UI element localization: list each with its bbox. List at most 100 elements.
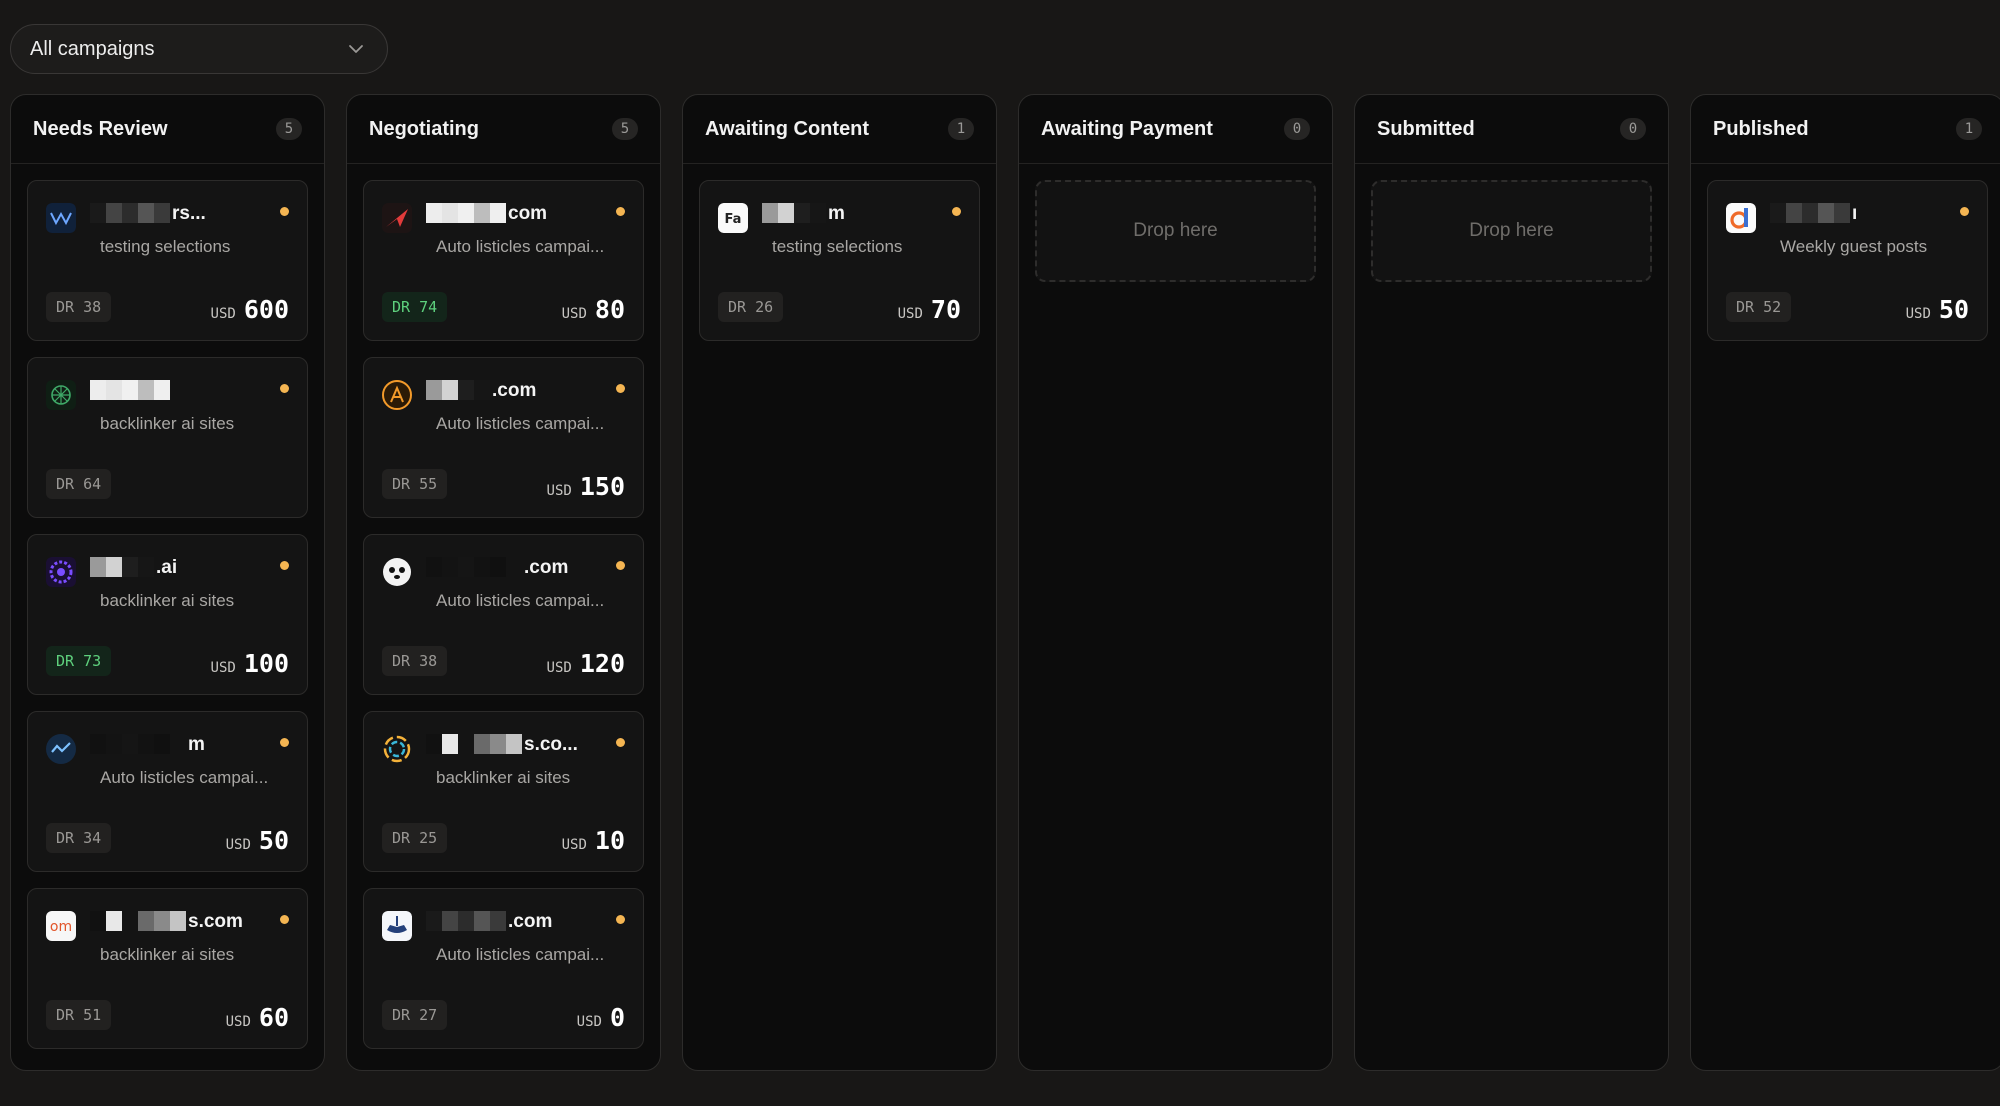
site-domain[interactable]: ı: [1770, 203, 1953, 225]
redacted-domain: [762, 203, 826, 225]
campaign-name: backlinker ai sites: [100, 591, 235, 610]
domain-rating-badge: DR 64: [46, 469, 112, 499]
status-dot: [616, 738, 625, 747]
redacted-domain: [426, 911, 506, 933]
site-domain[interactable]: .ai: [90, 557, 273, 579]
column-count-badge: 5: [276, 118, 302, 140]
status-dot: [280, 915, 289, 924]
site-domain-suffix: s.com: [188, 911, 243, 932]
site-domain-suffix: ı: [1852, 203, 1858, 224]
om-logo-icon: om: [46, 911, 76, 941]
price-currency: USD: [576, 1014, 602, 1030]
status-dot: [280, 207, 289, 216]
site-domain[interactable]: rs...: [90, 203, 273, 225]
redacted-domain: [90, 557, 154, 579]
spiral-logo-icon: [382, 734, 412, 764]
column-title: Awaiting Content: [705, 117, 870, 140]
deal-card[interactable]: s.co... backlinker ai sites DR 25 USD 10: [363, 711, 644, 872]
column-title: Awaiting Payment: [1041, 117, 1213, 140]
domain-rating-badge: DR 52: [1726, 292, 1792, 322]
status-dot: [280, 561, 289, 570]
fa-logo-icon: Fa: [718, 203, 748, 233]
redacted-domain: [426, 734, 522, 756]
status-dot: [616, 561, 625, 570]
site-domain-suffix: .ai: [156, 557, 178, 578]
gear-logo-icon: [46, 557, 76, 587]
price: USD 120: [547, 649, 625, 678]
campaign-name: backlinker ai sites: [100, 414, 235, 433]
deal-card[interactable]: com Auto listicles campai... DR 74 USD 8…: [363, 180, 644, 341]
site-domain[interactable]: .com: [426, 911, 609, 933]
price-currency: USD: [210, 660, 236, 676]
deal-card[interactable]: .com Auto listicles campai... DR 38 USD …: [363, 534, 644, 695]
column-header: Awaiting Payment 0: [1019, 95, 1332, 164]
deal-card[interactable]: m Auto listicles campai... DR 34 USD 50: [27, 711, 308, 872]
column-count-badge: 1: [1956, 118, 1982, 140]
network-logo-icon: [46, 380, 76, 410]
column-awaiting-content[interactable]: Awaiting Content 1 Fa m testing selectio…: [682, 94, 997, 1071]
domain-rating-badge: DR 55: [382, 469, 448, 499]
price: USD 0: [577, 1003, 625, 1032]
price-currency: USD: [561, 837, 587, 853]
status-dot: [280, 738, 289, 747]
column-negotiating[interactable]: Negotiating 5 com Auto listicles campai.…: [346, 94, 661, 1071]
column-awaiting-payment[interactable]: Awaiting Payment 0 Drop here: [1018, 94, 1333, 1071]
column-count-badge: 5: [612, 118, 638, 140]
campaign-name: Auto listicles campai...: [436, 414, 605, 433]
deal-card[interactable]: om s.com backlinker ai sites DR 51 USD 6…: [27, 888, 308, 1049]
column-needs-review[interactable]: Needs Review 5 rs... testing selections …: [10, 94, 325, 1071]
site-domain[interactable]: com: [426, 203, 609, 225]
deal-card[interactable]: .ai backlinker ai sites DR 73 USD 100: [27, 534, 308, 695]
price-amount: 80: [594, 295, 625, 324]
site-domain[interactable]: [90, 380, 273, 402]
site-domain[interactable]: .com: [426, 557, 609, 579]
arrow-logo-icon: [382, 203, 412, 233]
price: USD 100: [211, 649, 289, 678]
site-domain-suffix: m: [188, 734, 205, 755]
status-dot: [616, 915, 625, 924]
deal-card[interactable]: .com Auto listicles campai... DR 55 USD …: [363, 357, 644, 518]
price-amount: 120: [579, 649, 625, 678]
price-currency: USD: [561, 306, 587, 322]
deal-card[interactable]: ı Weekly guest posts DR 52 USD 50: [1707, 180, 1988, 341]
deal-card[interactable]: Fa m testing selections DR 26 USD 70: [699, 180, 980, 341]
price-currency: USD: [546, 660, 572, 676]
price-currency: USD: [546, 483, 572, 499]
domain-rating-badge: DR 27: [382, 1000, 448, 1030]
site-domain[interactable]: .com: [426, 380, 609, 402]
deal-card[interactable]: rs... testing selections DR 38 USD 600: [27, 180, 308, 341]
price-currency: USD: [897, 306, 923, 322]
campaign-name: Auto listicles campai...: [436, 237, 605, 256]
price-amount: 50: [258, 826, 289, 855]
deal-card[interactable]: backlinker ai sites DR 64: [27, 357, 308, 518]
site-domain[interactable]: s.co...: [426, 734, 609, 756]
campaign-name: Weekly guest posts: [1780, 237, 1928, 256]
column-submitted[interactable]: Submitted 0 Drop here: [1354, 94, 1669, 1071]
redacted-domain: [90, 203, 170, 225]
circle-a-logo-icon: [382, 380, 412, 410]
campaign-name: backlinker ai sites: [436, 768, 571, 787]
status-dot: [1960, 207, 1969, 216]
site-domain-suffix: s.co...: [524, 734, 578, 755]
site-domain[interactable]: m: [762, 203, 945, 225]
status-dot: [280, 384, 289, 393]
campaign-name: backlinker ai sites: [100, 945, 235, 964]
campaign-name: Auto listicles campai...: [436, 945, 605, 964]
domain-rating-badge: DR 34: [46, 823, 112, 853]
column-header: Awaiting Content 1: [683, 95, 996, 164]
campaign-filter-label: All campaigns: [30, 37, 155, 60]
drop-zone[interactable]: Drop here: [1035, 180, 1316, 282]
campaign-filter-select[interactable]: All campaigns: [10, 24, 388, 74]
wave-logo-icon: [46, 203, 76, 233]
column-published[interactable]: Published 1 ı Weekly guest posts DR 52 U…: [1690, 94, 2000, 1071]
site-domain[interactable]: m: [90, 734, 273, 756]
redacted-domain: [426, 380, 490, 402]
price-amount: 150: [579, 472, 625, 501]
drop-zone[interactable]: Drop here: [1371, 180, 1652, 282]
status-dot: [616, 207, 625, 216]
site-domain[interactable]: s.com: [90, 911, 273, 933]
price: USD 50: [226, 826, 289, 855]
deal-card[interactable]: .com Auto listicles campai... DR 27 USD …: [363, 888, 644, 1049]
price-amount: 70: [930, 295, 961, 324]
price: USD 10: [562, 826, 625, 855]
